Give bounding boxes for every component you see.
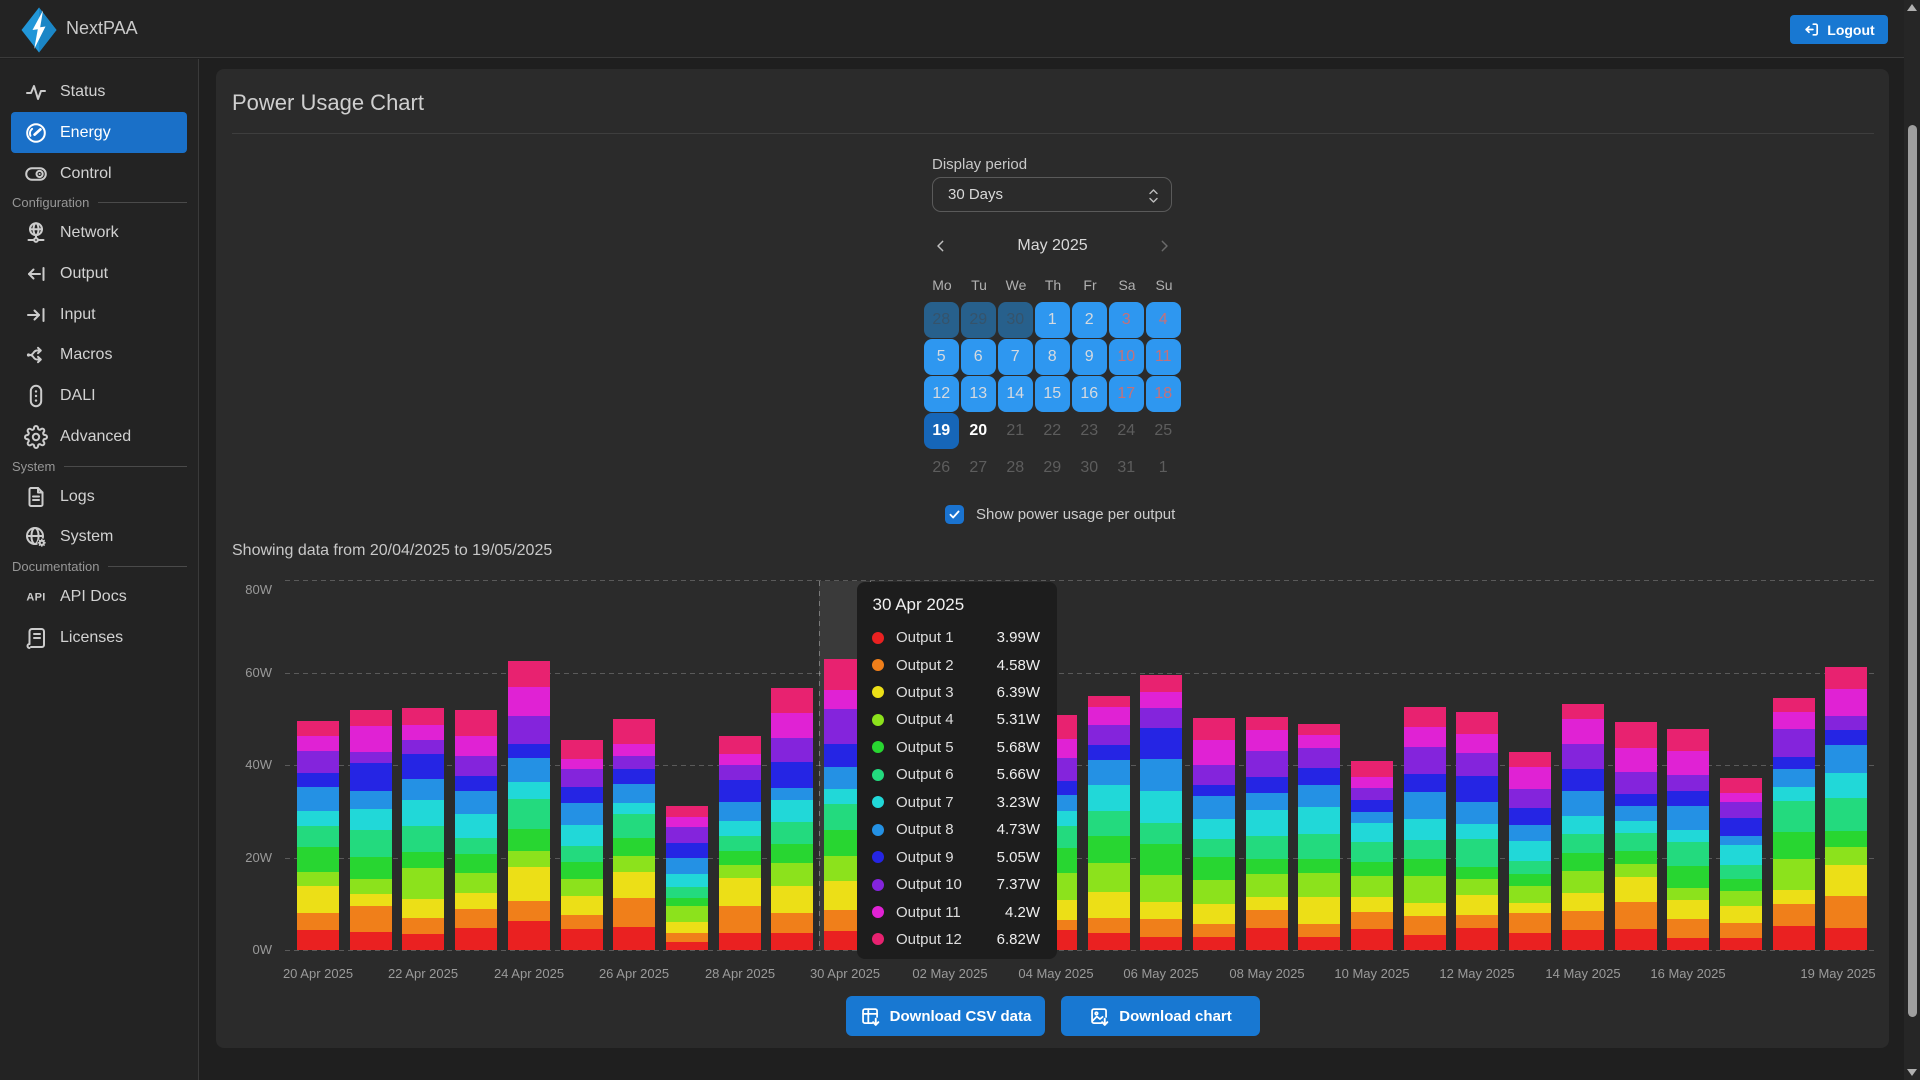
svg-text:API: API [26,592,45,604]
